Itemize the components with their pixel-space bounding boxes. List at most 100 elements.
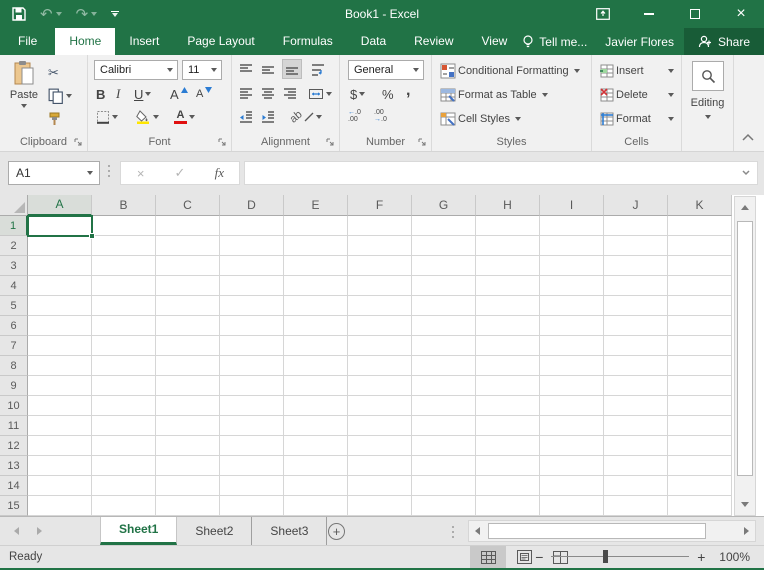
horizontal-scrollbar-thumb[interactable]: [488, 523, 706, 539]
format-cells-button[interactable]: Format: [600, 109, 674, 129]
row-header-4[interactable]: 4: [0, 276, 28, 296]
cell-H8[interactable]: [476, 356, 540, 376]
cell-D12[interactable]: [220, 436, 284, 456]
font-color-dropdown-icon[interactable]: [189, 115, 195, 119]
cell-E10[interactable]: [284, 396, 348, 416]
align-right-button[interactable]: [282, 84, 298, 104]
cell-K15[interactable]: [668, 496, 732, 516]
cell-B3[interactable]: [92, 256, 156, 276]
number-format-combo[interactable]: General: [348, 60, 424, 80]
cell-H10[interactable]: [476, 396, 540, 416]
cell-K2[interactable]: [668, 236, 732, 256]
cell-E15[interactable]: [284, 496, 348, 516]
tab-file[interactable]: File: [0, 28, 55, 55]
cell-A3[interactable]: [28, 256, 92, 276]
cell-D7[interactable]: [220, 336, 284, 356]
cell-K13[interactable]: [668, 456, 732, 476]
conditional-formatting-button[interactable]: Conditional Formatting: [440, 61, 588, 81]
editing-dropdown-icon[interactable]: [705, 115, 711, 119]
column-header-G[interactable]: G: [412, 195, 476, 216]
cell-K8[interactable]: [668, 356, 732, 376]
scroll-up-button[interactable]: [735, 198, 755, 217]
formula-bar-resizer[interactable]: [108, 165, 110, 177]
sheet-tab-sheet2[interactable]: Sheet2: [177, 517, 252, 545]
number-dialog-launcher[interactable]: [417, 137, 427, 147]
cell-F15[interactable]: [348, 496, 412, 516]
cell-I13[interactable]: [540, 456, 604, 476]
cell-B5[interactable]: [92, 296, 156, 316]
cell-D3[interactable]: [220, 256, 284, 276]
cell-I4[interactable]: [540, 276, 604, 296]
cell-J2[interactable]: [604, 236, 668, 256]
decrease-decimal-button[interactable]: .00→.0: [374, 109, 398, 123]
cell-H6[interactable]: [476, 316, 540, 336]
cell-E4[interactable]: [284, 276, 348, 296]
font-dialog-launcher[interactable]: [217, 137, 227, 147]
cell-I3[interactable]: [540, 256, 604, 276]
cell-J1[interactable]: [604, 216, 668, 236]
row-header-6[interactable]: 6: [0, 316, 28, 336]
insert-cells-button[interactable]: Insert: [600, 61, 674, 81]
cell-J7[interactable]: [604, 336, 668, 356]
cell-K5[interactable]: [668, 296, 732, 316]
column-header-E[interactable]: E: [284, 195, 348, 216]
paste-button[interactable]: Paste: [6, 60, 42, 128]
top-align-button[interactable]: [238, 60, 254, 80]
row-header-2[interactable]: 2: [0, 236, 28, 256]
tab-data[interactable]: Data: [347, 28, 400, 55]
cell-F10[interactable]: [348, 396, 412, 416]
cell-D1[interactable]: [220, 216, 284, 236]
row-header-14[interactable]: 14: [0, 476, 28, 496]
cell-B13[interactable]: [92, 456, 156, 476]
bold-button[interactable]: B: [96, 84, 105, 104]
cell-I5[interactable]: [540, 296, 604, 316]
cell-D10[interactable]: [220, 396, 284, 416]
column-header-J[interactable]: J: [604, 195, 668, 216]
cell-D2[interactable]: [220, 236, 284, 256]
cell-I9[interactable]: [540, 376, 604, 396]
cell-G6[interactable]: [412, 316, 476, 336]
cell-K11[interactable]: [668, 416, 732, 436]
cell-I14[interactable]: [540, 476, 604, 496]
font-color-button[interactable]: A: [174, 107, 195, 127]
zoom-slider-handle[interactable]: [603, 550, 608, 563]
cell-F4[interactable]: [348, 276, 412, 296]
row-header-1[interactable]: 1: [0, 216, 28, 236]
row-header-11[interactable]: 11: [0, 416, 28, 436]
cell-K10[interactable]: [668, 396, 732, 416]
cell-I6[interactable]: [540, 316, 604, 336]
cell-G10[interactable]: [412, 396, 476, 416]
underline-button[interactable]: U: [134, 84, 151, 104]
cell-A7[interactable]: [28, 336, 92, 356]
cell-E8[interactable]: [284, 356, 348, 376]
cell-H11[interactable]: [476, 416, 540, 436]
row-header-15[interactable]: 15: [0, 496, 28, 516]
editing-group-label[interactable]: Editing: [682, 97, 733, 109]
increase-decimal-button[interactable]: ←.0.00: [348, 109, 372, 123]
cell-B9[interactable]: [92, 376, 156, 396]
cell-J11[interactable]: [604, 416, 668, 436]
tab-view[interactable]: View: [468, 28, 522, 55]
cell-F7[interactable]: [348, 336, 412, 356]
tab-home[interactable]: Home: [55, 28, 115, 55]
format-painter-button[interactable]: [48, 109, 62, 129]
tab-page-layout[interactable]: Page Layout: [173, 28, 268, 55]
merge-center-dropdown-icon[interactable]: [326, 92, 332, 96]
cell-B1[interactable]: [92, 216, 156, 236]
middle-align-button[interactable]: [260, 60, 276, 80]
borders-button[interactable]: [96, 107, 118, 127]
insert-function-button[interactable]: fx: [200, 165, 239, 181]
column-header-I[interactable]: I: [540, 195, 604, 216]
normal-view-button[interactable]: [470, 546, 506, 568]
cell-E11[interactable]: [284, 416, 348, 436]
cell-J3[interactable]: [604, 256, 668, 276]
clipboard-dialog-launcher[interactable]: [73, 137, 83, 147]
cell-D13[interactable]: [220, 456, 284, 476]
next-sheet-button[interactable]: [37, 527, 42, 535]
cell-C4[interactable]: [156, 276, 220, 296]
minimize-button[interactable]: [626, 0, 672, 28]
cell-K4[interactable]: [668, 276, 732, 296]
cell-G9[interactable]: [412, 376, 476, 396]
cell-C6[interactable]: [156, 316, 220, 336]
cell-D15[interactable]: [220, 496, 284, 516]
